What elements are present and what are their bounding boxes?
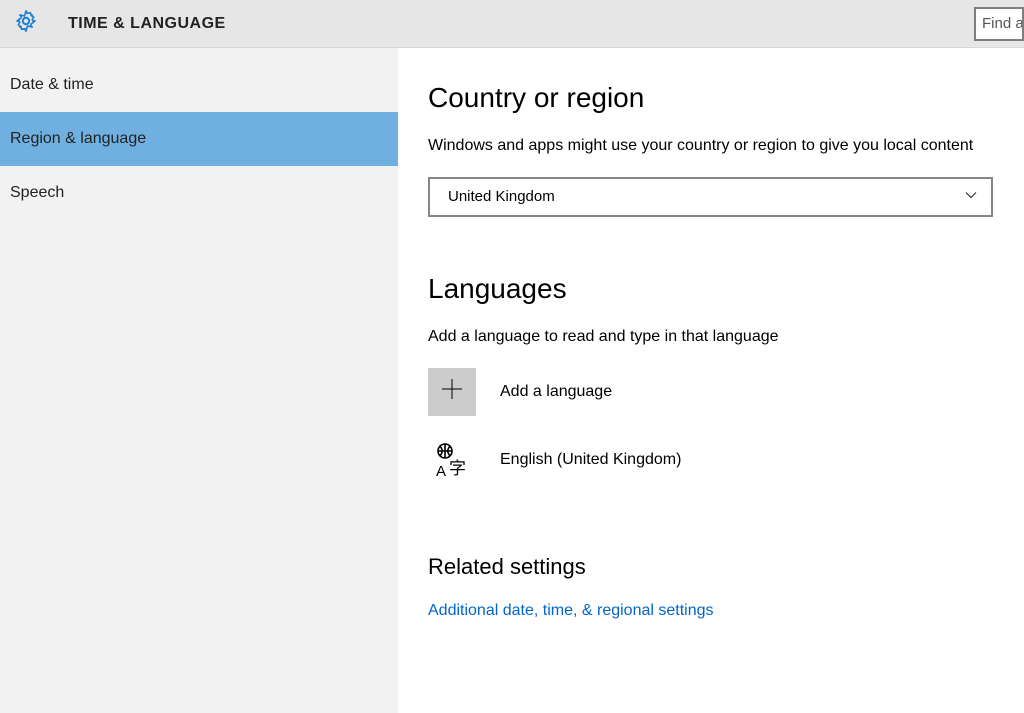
country-dropdown-value: United Kingdom bbox=[448, 188, 555, 205]
gear-icon bbox=[14, 9, 38, 38]
content-area: Country or region Windows and apps might… bbox=[398, 48, 1024, 713]
header-left-group: TIME & LANGUAGE bbox=[14, 9, 226, 38]
add-language-label: Add a language bbox=[500, 383, 612, 401]
add-language-tile[interactable] bbox=[428, 368, 476, 416]
sidebar-item-speech[interactable]: Speech bbox=[0, 166, 398, 220]
sidebar: Date & time Region & language Speech bbox=[0, 48, 398, 713]
plus-icon bbox=[441, 378, 463, 405]
sidebar-item-date-time[interactable]: Date & time bbox=[0, 58, 398, 112]
language-icon: A 字 bbox=[428, 436, 476, 484]
sidebar-item-region-language[interactable]: Region & language bbox=[0, 112, 398, 166]
region-section-desc: Windows and apps might use your country … bbox=[428, 134, 994, 159]
sidebar-item-label: Region & language bbox=[10, 130, 146, 147]
region-section-title: Country or region bbox=[428, 82, 994, 114]
svg-text:字: 字 bbox=[449, 459, 466, 478]
sidebar-item-label: Date & time bbox=[10, 76, 94, 93]
related-settings-title: Related settings bbox=[428, 554, 994, 580]
add-language-row[interactable]: Add a language bbox=[428, 368, 994, 416]
chevron-down-icon bbox=[965, 188, 977, 206]
sidebar-item-label: Speech bbox=[10, 184, 64, 201]
languages-section-desc: Add a language to read and type in that … bbox=[428, 325, 994, 350]
main-layout: Date & time Region & language Speech Cou… bbox=[0, 48, 1024, 713]
app-header: TIME & LANGUAGE Find a bbox=[0, 0, 1024, 48]
svg-text:A: A bbox=[436, 463, 446, 480]
country-dropdown[interactable]: United Kingdom bbox=[428, 177, 993, 217]
language-item-row[interactable]: A 字 English (United Kingdom) bbox=[428, 436, 994, 484]
languages-section-title: Languages bbox=[428, 273, 994, 305]
search-placeholder-text: Find a bbox=[982, 15, 1024, 32]
page-title: TIME & LANGUAGE bbox=[68, 15, 226, 33]
search-input[interactable]: Find a bbox=[974, 7, 1024, 41]
related-settings-link[interactable]: Additional date, time, & regional settin… bbox=[428, 602, 714, 619]
language-item-label: English (United Kingdom) bbox=[500, 451, 681, 469]
